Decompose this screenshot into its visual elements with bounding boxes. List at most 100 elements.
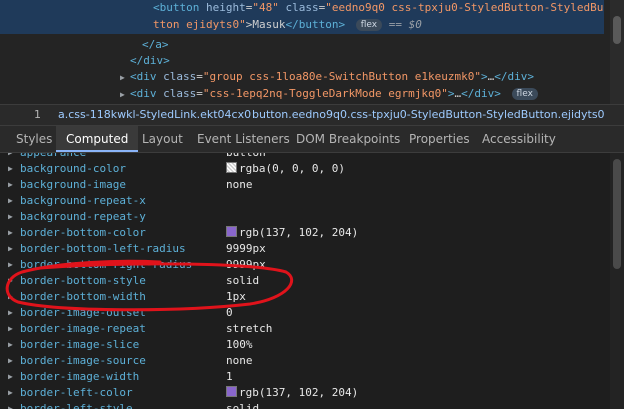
computed-property-name: border-image-source <box>20 354 146 367</box>
computed-property-name: background-repeat-x <box>20 194 146 207</box>
computed-row[interactable]: ▶ border-image-source none <box>0 353 610 369</box>
expand-triangle-icon[interactable]: ▶ <box>8 177 18 193</box>
tag-close: </a> <box>142 38 169 51</box>
scrollbar-thumb[interactable] <box>613 159 621 269</box>
computed-property-value: rgba(0, 0, 0, 0) <box>226 161 345 177</box>
tag-bracket: > <box>447 87 455 100</box>
sidebar-tabs: Styles Computed Layout Event Listeners D… <box>0 126 624 153</box>
expand-triangle-icon[interactable]: ▶ <box>8 161 18 177</box>
expand-triangle-icon[interactable]: ▶ <box>8 241 18 257</box>
breadcrumb-item-selected[interactable]: button.eedno9q0.css-tpxju0-StyledButton-… <box>252 105 605 125</box>
tree-node-toggle-dark-mode[interactable]: ▶ <div class="css-1epq2nq-ToggleDarkMode … <box>120 86 538 102</box>
expand-triangle-icon[interactable]: ▶ <box>8 257 18 273</box>
expand-triangle-icon[interactable]: ▶ <box>8 153 18 161</box>
attr-name: class <box>163 70 197 83</box>
computed-row[interactable]: ▶ border-bottom-color rgb(137, 102, 204) <box>0 225 610 241</box>
computed-row[interactable]: ▶appearance button <box>0 153 610 161</box>
computed-property-name: border-image-repeat <box>20 322 146 335</box>
computed-property-name: background-repeat-y <box>20 210 146 223</box>
attr-value: "48" <box>252 1 279 14</box>
dollar-zero-label: == $0 <box>388 18 422 31</box>
tag-close: </div> <box>461 87 501 100</box>
computed-property-name: background-color <box>20 162 126 175</box>
tab-accessibility[interactable]: Accessibility <box>482 126 556 152</box>
computed-row[interactable]: ▶ border-image-outset 0 <box>0 305 610 321</box>
elements-panel[interactable]: <button height="48" class="eedno9q0 css-… <box>0 0 624 104</box>
computed-property-name: border-left-color <box>20 386 133 399</box>
color-swatch-icon[interactable] <box>226 226 237 237</box>
flex-badge[interactable]: flex <box>355 19 383 31</box>
tag-open: <button <box>153 1 200 14</box>
computed-row[interactable]: ▶ border-bottom-style solid <box>0 273 610 289</box>
computed-row[interactable]: ▶ border-bottom-right-radius 9999px <box>0 257 610 273</box>
tab-layout[interactable]: Layout <box>142 126 183 152</box>
computed-property-name: appearance <box>20 153 86 161</box>
computed-row[interactable]: ▶ border-left-style solid <box>0 401 610 409</box>
expand-triangle-icon[interactable]: ▶ <box>8 225 18 241</box>
tree-node-div-close[interactable]: </div> <box>130 53 170 69</box>
computed-property-value: stretch <box>226 322 273 335</box>
expand-triangle-icon[interactable]: ▶ <box>8 353 18 369</box>
computed-row[interactable]: ▶ border-image-slice 100% <box>0 337 610 353</box>
computed-row[interactable]: ▶ background-repeat-y <box>0 209 610 225</box>
computed-row[interactable]: ▶ border-image-width 1 <box>0 369 610 385</box>
breadcrumb-item[interactable]: 1 <box>34 105 41 125</box>
computed-property-value: button <box>226 153 266 161</box>
computed-property-value: none <box>226 354 253 367</box>
attr-name: height <box>205 1 246 14</box>
computed-row[interactable]: ▶ background-image none <box>0 177 610 193</box>
computed-property-value: solid <box>226 274 260 287</box>
color-swatch-icon[interactable] <box>226 386 237 397</box>
computed-row[interactable]: ▶ border-bottom-width 1px <box>0 289 610 305</box>
expand-triangle-icon[interactable]: ▶ <box>8 385 18 401</box>
tab-computed[interactable]: Computed <box>56 126 139 152</box>
computed-property-name: border-image-slice <box>20 338 140 351</box>
attr-value: "group css-1loa80e-SwitchButton e1keuzmk… <box>202 70 482 83</box>
computed-property-value: 9999px <box>226 258 266 271</box>
breadcrumb-item[interactable]: a.css-118kwkl-StyledLink.ekt04cx0 <box>58 105 251 125</box>
expand-triangle-icon[interactable]: ▶ <box>8 305 18 321</box>
breadcrumb: 1 a.css-118kwkl-StyledLink.ekt04cx0 butt… <box>0 104 624 126</box>
tab-styles[interactable]: Styles <box>16 126 52 152</box>
expand-triangle-icon[interactable]: ▶ <box>8 193 18 209</box>
tree-node-a-close[interactable]: </a> <box>142 37 169 53</box>
expand-triangle-icon[interactable]: ▶ <box>8 401 18 409</box>
computed-row[interactable]: ▶ border-left-color rgb(137, 102, 204) <box>0 385 610 401</box>
expand-triangle-icon[interactable]: ▶ <box>8 369 18 385</box>
computed-properties-list: ▶appearancebutton▶background-colorrgba(0… <box>0 153 624 409</box>
color-swatch-icon[interactable] <box>226 162 237 173</box>
computed-property-value: 1px <box>226 290 246 303</box>
computed-row[interactable]: ▶ background-color rgba(0, 0, 0, 0) <box>0 161 610 177</box>
tree-node-button[interactable]: <button height="48" class="eedno9q0 css-… <box>153 0 603 16</box>
computed-property-name: border-bottom-right-radius <box>20 258 193 271</box>
tree-node-button-cont[interactable]: tton ejidyts0">Masuk</button> flex == $0 <box>153 17 422 33</box>
computed-property-name: border-bottom-width <box>20 290 146 303</box>
tab-event-listeners[interactable]: Event Listeners <box>197 126 290 152</box>
tab-properties[interactable]: Properties <box>409 126 470 152</box>
computed-row[interactable]: ▶ border-image-repeat stretch <box>0 321 610 337</box>
computed-scrollbar[interactable] <box>610 153 624 409</box>
expand-triangle-icon[interactable]: ▶ <box>8 321 18 337</box>
tab-dom-breakpoints[interactable]: DOM Breakpoints <box>296 126 400 152</box>
scrollbar-thumb[interactable] <box>613 16 621 44</box>
computed-property-name: background-image <box>20 178 126 191</box>
elements-scrollbar[interactable] <box>610 0 624 104</box>
computed-property-name: border-image-width <box>20 370 140 383</box>
computed-property-name: border-bottom-left-radius <box>20 242 186 255</box>
expand-triangle-icon[interactable]: ▶ <box>120 87 130 103</box>
expand-triangle-icon[interactable]: ▶ <box>8 289 18 305</box>
expand-triangle-icon[interactable]: ▶ <box>8 337 18 353</box>
flex-badge[interactable]: flex <box>511 88 538 100</box>
expand-triangle-icon[interactable]: ▶ <box>120 70 130 86</box>
computed-property-value: rgb(137, 102, 204) <box>226 225 358 241</box>
tag-close: </button> <box>285 18 346 31</box>
computed-property-value: 100% <box>226 338 253 351</box>
expand-triangle-icon[interactable]: ▶ <box>8 273 18 289</box>
computed-property-value: 0 <box>226 306 233 319</box>
computed-row[interactable]: ▶ border-bottom-left-radius 9999px <box>0 241 610 257</box>
computed-property-name: border-bottom-style <box>20 274 146 287</box>
computed-row[interactable]: ▶ background-repeat-x <box>0 193 610 209</box>
tree-node-switch-button[interactable]: ▶ <div class="group css-1loa80e-SwitchBut… <box>120 69 534 85</box>
expand-triangle-icon[interactable]: ▶ <box>8 209 18 225</box>
tag-bracket: > <box>481 70 488 83</box>
